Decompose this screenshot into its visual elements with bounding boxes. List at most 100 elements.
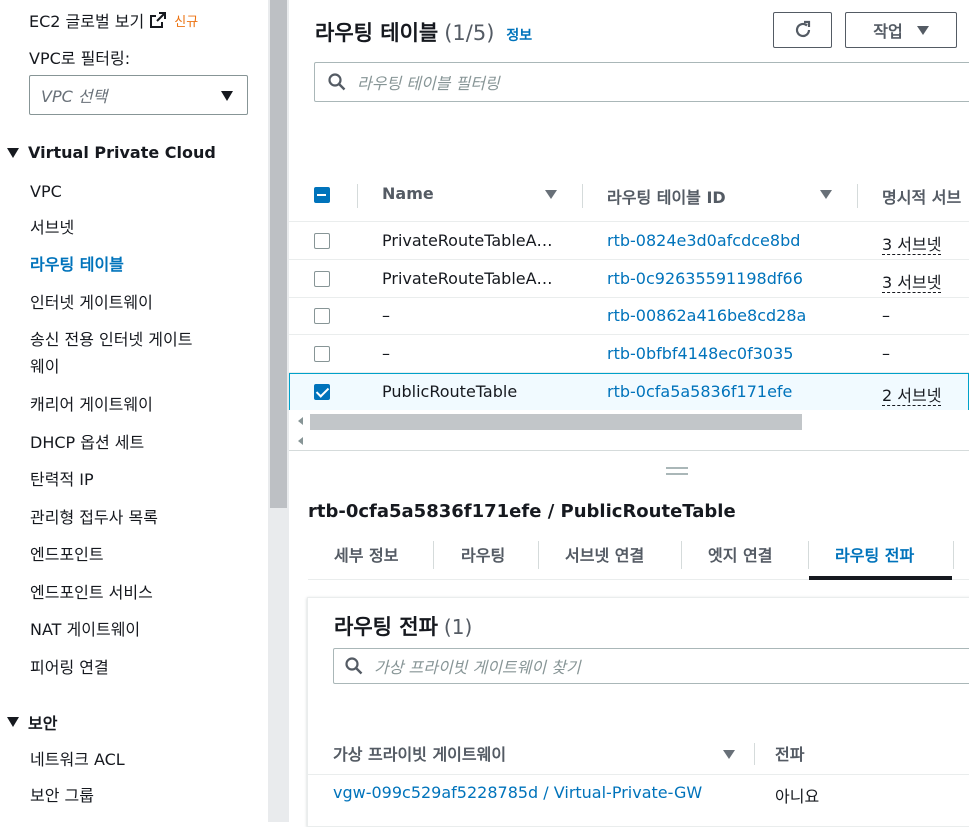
cell-gateway[interactable]: vgw-099c529af5228785d / Virtual-Private-… [333, 783, 702, 802]
refresh-button[interactable] [773, 12, 832, 48]
page-title-text: 라우팅 테이블 [315, 21, 439, 45]
column-header-name[interactable]: Name [382, 184, 434, 203]
column-separator [857, 184, 858, 208]
sort-icon[interactable] [723, 750, 735, 759]
table-row[interactable]: – rtb-00862a416be8cd28a – [289, 297, 969, 335]
row-checkbox[interactable] [314, 346, 330, 362]
split-panel-divider[interactable] [289, 450, 969, 451]
sidebar-item-network-acls[interactable]: 네트워크 ACL [30, 746, 125, 773]
sort-icon[interactable] [545, 190, 557, 199]
cell-name: PrivateRouteTableA… [382, 269, 553, 288]
gateway-search[interactable]: 가상 프라이빗 게이트웨이 찾기 [333, 648, 969, 684]
detail-title: rtb-0cfa5a5836f171efe / PublicRouteTable [308, 501, 736, 522]
cell-name: – [382, 344, 390, 363]
column-separator [754, 743, 755, 765]
sidebar-item-security-groups[interactable]: 보안 그룹 [30, 782, 94, 809]
panel-title: 라우팅 전파 (1) [334, 611, 472, 641]
scroll-left-icon[interactable] [298, 437, 303, 445]
section-security[interactable]: 보안 [7, 710, 57, 734]
caret-down-icon [221, 91, 233, 101]
tab-details[interactable]: 세부 정보 [334, 542, 398, 566]
column-header-propagation[interactable]: 전파 [775, 741, 804, 765]
search-icon [328, 73, 346, 91]
table-header: Name 라우팅 테이블 ID 명시적 서브 [289, 170, 969, 222]
new-badge: 신규 [174, 14, 199, 30]
sidebar-item-peering[interactable]: 피어링 연결 [30, 654, 109, 681]
tab-route-propagation[interactable]: 라우팅 전파 [835, 542, 914, 566]
vpc-select-placeholder: VPC 선택 [41, 87, 108, 106]
page-title: 라우팅 테이블 (1/5) 정보 [315, 17, 532, 47]
section-label: 보안 [28, 714, 58, 733]
tab-separator [808, 541, 809, 569]
drag-handle-icon[interactable] [666, 473, 688, 475]
row-checkbox[interactable] [314, 384, 330, 400]
tab-routes[interactable]: 라우팅 [461, 542, 505, 566]
actions-button[interactable]: 작업 [845, 12, 957, 48]
header-divider [308, 774, 969, 775]
cell-subnets[interactable]: 3 서브넷 [882, 235, 942, 255]
sidebar-item-dhcp-options[interactable]: DHCP 옵션 세트 [30, 429, 144, 456]
tab-separator [953, 541, 954, 569]
route-propagation-panel: 라우팅 전파 (1) 가상 프라이빗 게이트웨이 찾기 가상 프라이빗 게이트웨… [307, 597, 969, 827]
sidebar-item-route-tables[interactable]: 라우팅 테이블 [30, 251, 124, 278]
table-row-selected[interactable]: PublicRouteTable rtb-0cfa5a5836f171efe 2… [289, 373, 969, 411]
sort-icon[interactable] [820, 190, 832, 199]
horizontal-scroll-thumb[interactable] [310, 414, 802, 430]
search-icon [345, 657, 363, 675]
drag-handle-icon[interactable] [666, 467, 688, 469]
tab-separator [681, 541, 682, 569]
caret-down-icon [7, 147, 19, 158]
cell-route-table-id[interactable]: rtb-0824e3d0afcdce8bd [607, 231, 800, 250]
row-checkbox[interactable] [314, 271, 330, 287]
ec2-global-view-label: EC2 글로벌 보기 [29, 12, 145, 31]
sidebar-scroll-thumb[interactable] [270, 0, 287, 508]
sidebar-item-elastic-ips[interactable]: 탄력적 IP [30, 466, 94, 493]
column-header-vgw[interactable]: 가상 프라이빗 게이트웨이 [333, 741, 506, 765]
column-header-route-table-id[interactable]: 라우팅 테이블 ID [607, 184, 726, 208]
sidebar-item-prefix-lists[interactable]: 관리형 접두사 목록 [30, 504, 158, 531]
ec2-global-view-link[interactable]: EC2 글로벌 보기 신규 [29, 8, 198, 32]
scroll-left-icon[interactable] [298, 417, 303, 425]
cell-subnets[interactable]: 3 서브넷 [882, 273, 942, 293]
sidebar-item-carrier-gateways[interactable]: 캐리어 게이트웨이 [30, 391, 153, 418]
selection-count: (1/5) [444, 21, 495, 45]
table-row[interactable]: PrivateRouteTableA… rtb-0c92635591198df6… [289, 260, 969, 298]
sidebar-item-subnets[interactable]: 서브넷 [30, 214, 74, 241]
cell-propagation: 아니요 [775, 787, 820, 806]
cell-route-table-id[interactable]: rtb-0bfbf4148ec0f3035 [607, 344, 793, 363]
sidebar-item-egress-only-igw-cont[interactable]: 웨이 [30, 353, 59, 380]
column-separator [582, 184, 583, 208]
sidebar-item-endpoint-services[interactable]: 엔드포인트 서비스 [30, 579, 153, 606]
sidebar-item-nat-gateways[interactable]: NAT 게이트웨이 [30, 616, 140, 643]
gateway-search-placeholder: 가상 프라이빗 게이트웨이 찾기 [374, 658, 581, 677]
tab-edge-associations[interactable]: 엣지 연결 [708, 542, 772, 566]
info-link[interactable]: 정보 [506, 25, 532, 45]
main-content: 라우팅 테이블 (1/5) 정보 작업 라우팅 테이블 필터링 Name 라우팅… [289, 0, 969, 827]
cell-subnets: – [882, 344, 890, 363]
section-virtual-private-cloud[interactable]: Virtual Private Cloud [7, 143, 216, 162]
active-tab-indicator [809, 576, 952, 580]
actions-label: 작업 [873, 22, 903, 41]
sidebar-item-internet-gateways[interactable]: 인터넷 게이트웨이 [30, 289, 153, 316]
sidebar-item-endpoints[interactable]: 엔드포인트 [30, 541, 104, 568]
tab-subnet-associations[interactable]: 서브넷 연결 [565, 542, 644, 566]
select-all-checkbox[interactable] [314, 187, 330, 203]
sidebar-item-egress-only-igw[interactable]: 송신 전용 인터넷 게이트 [30, 326, 192, 353]
external-link-icon [150, 12, 167, 28]
cell-name: – [382, 306, 390, 325]
sidebar-item-vpc[interactable]: VPC [30, 178, 62, 205]
route-table-search[interactable]: 라우팅 테이블 필터링 [314, 62, 969, 102]
section-label: Virtual Private Cloud [28, 143, 216, 162]
row-checkbox[interactable] [314, 233, 330, 249]
cell-subnets[interactable]: 2 서브넷 [882, 386, 942, 406]
cell-subnets: – [882, 306, 890, 325]
column-header-explicit-subnets[interactable]: 명시적 서브 [882, 184, 961, 208]
sidebar: EC2 글로벌 보기 신규 VPC로 필터링: VPC 선택 Virtual P… [0, 0, 268, 822]
cell-route-table-id[interactable]: rtb-0c92635591198df66 [607, 269, 803, 288]
cell-route-table-id[interactable]: rtb-0cfa5a5836f171efe [607, 382, 792, 401]
table-row[interactable]: PrivateRouteTableA… rtb-0824e3d0afcdce8b… [289, 222, 969, 260]
vpc-select[interactable]: VPC 선택 [29, 75, 248, 115]
table-row[interactable]: – rtb-0bfbf4148ec0f3035 – [289, 335, 969, 373]
cell-route-table-id[interactable]: rtb-00862a416be8cd28a [607, 306, 806, 325]
row-checkbox[interactable] [314, 308, 330, 324]
